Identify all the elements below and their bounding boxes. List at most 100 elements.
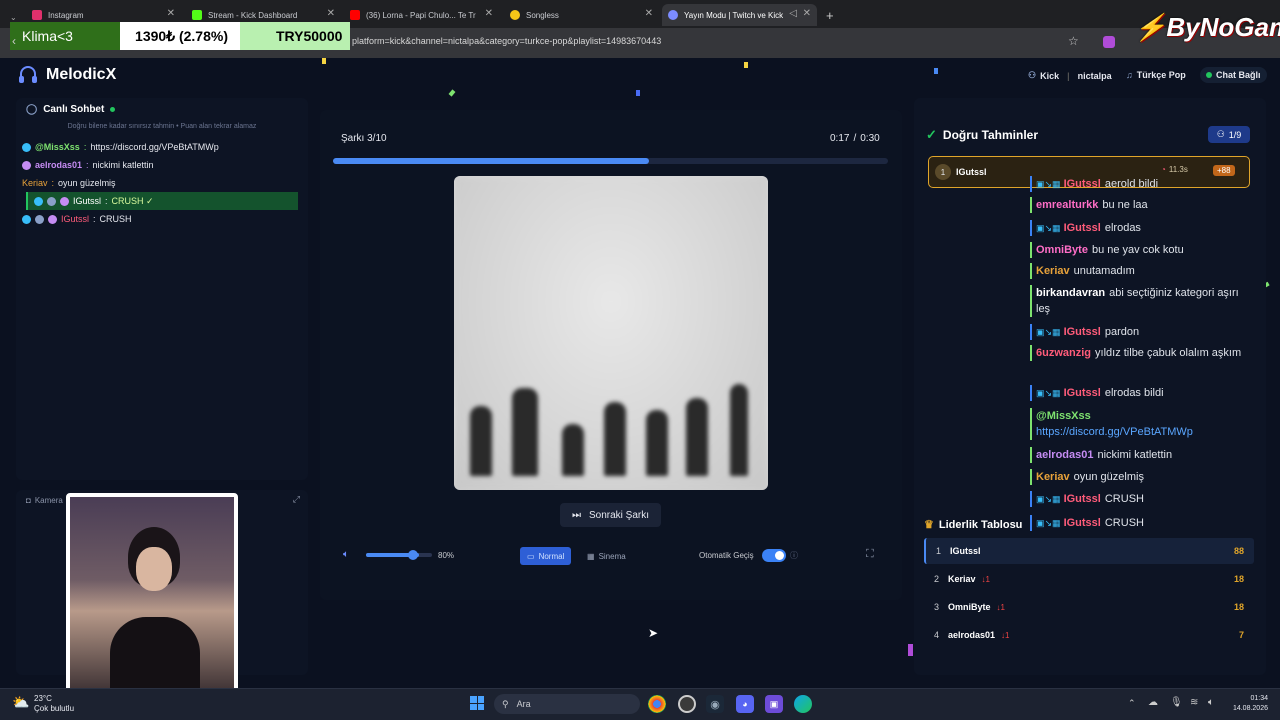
- silhouette: [730, 384, 748, 476]
- chat-bubble-icon: ◯: [26, 104, 38, 115]
- volume-icon[interactable]: 🔈︎: [343, 549, 349, 560]
- tab-title: Stream - Kick Dashboard: [208, 10, 298, 20]
- chat-colon: :: [51, 178, 55, 188]
- obs-icon[interactable]: [678, 695, 696, 713]
- tab-songless[interactable]: Songless ✕: [504, 4, 659, 26]
- lb-change: ↓1: [1001, 630, 1010, 640]
- close-icon[interactable]: ✕: [327, 8, 335, 19]
- stock-ticker-overlay: Klima<3 1390₺ (2.78%) TRY50000: [10, 22, 350, 50]
- confetti: [934, 68, 938, 74]
- taskbar-search[interactable]: ⚲ Ara: [494, 694, 640, 714]
- winner-points: +88: [1213, 165, 1235, 176]
- live-chat-title: Canlı Sohbet: [43, 104, 105, 115]
- side-chat-text: CRUSH: [1104, 517, 1144, 529]
- discord-icon[interactable]: ◕: [736, 695, 754, 713]
- guess-count-badge: ⚇ 1/9: [1208, 126, 1250, 143]
- chat-text: CRUSH: [99, 214, 132, 224]
- new-tab-button[interactable]: +: [820, 4, 834, 26]
- side-chat-text: bu ne laa: [1102, 199, 1148, 211]
- chat-text: https://discord.gg/VPeBtATMWp: [90, 142, 219, 152]
- app-icon[interactable]: ▣: [765, 695, 783, 713]
- back-arrow-icon[interactable]: ‹: [12, 34, 16, 48]
- next-song-button[interactable]: ⏭ Sonraki Şarkı: [560, 503, 661, 527]
- clock-time: 01:34: [1250, 695, 1268, 702]
- close-icon[interactable]: ✕: [645, 8, 653, 19]
- heart-badge-icon: [60, 196, 69, 206]
- song-progress-fill: [333, 158, 650, 164]
- chat-message-correct: IGutssl: CRUSH ✓: [26, 192, 298, 210]
- badge-icon: [35, 214, 44, 224]
- chat-text: CRUSH ✓: [111, 195, 154, 206]
- webcam-feed: [66, 493, 238, 708]
- side-chat-user: Keriav: [1036, 471, 1070, 483]
- url-field[interactable]: platform=kick&channel=nictalpa&category=…: [352, 36, 661, 46]
- mode-cinema-button[interactable]: ▦ Sinema: [580, 547, 633, 565]
- side-chat-text: aerold bildi: [1104, 178, 1159, 190]
- silhouette: [470, 406, 492, 476]
- tab-title: Instagram: [48, 10, 84, 20]
- mute-icon[interactable]: ◁: [789, 8, 797, 19]
- side-chat-user: IGutssl: [1063, 517, 1101, 529]
- leaderboard-row: 1 IGutssl 88: [924, 538, 1254, 564]
- close-icon[interactable]: ✕: [485, 8, 493, 19]
- film-icon: ▦: [587, 551, 595, 561]
- side-chat-user: IGutssl: [1063, 222, 1101, 234]
- lb-user: aelrodas01: [948, 630, 996, 640]
- chat-message: aelrodas01: nickimi katlettin: [16, 156, 308, 174]
- edge-icon[interactable]: [794, 695, 812, 713]
- side-chat-message: ▣↘▦ IGutssl aerold bildi: [1030, 176, 1260, 192]
- lb-user: Keriav: [948, 574, 976, 584]
- tab-yayin-modu[interactable]: Yayın Modu | Twitch ve Kick ◁ ✕: [662, 4, 817, 26]
- side-chat-text: elrodas: [1104, 222, 1141, 234]
- side-chat-user: IGutssl: [1063, 493, 1101, 505]
- tab-youtube[interactable]: (36) Lorna - Papi Chulo... Te Traigo ✕: [344, 4, 499, 26]
- clock[interactable]: 01:34 14.08.2026: [1228, 694, 1268, 714]
- volume-knob[interactable]: [408, 550, 418, 560]
- lb-user: OmniByte: [948, 602, 991, 612]
- steam-icon[interactable]: ◉: [706, 695, 724, 713]
- lb-rank: 4: [934, 630, 940, 640]
- side-chat-text: elrodas bildi: [1104, 387, 1164, 399]
- side-chat-message: 6uzwanzig yıldız tilbe çabuk olalım aşkım: [1030, 345, 1250, 361]
- leaderboard-row: 4 aelrodas01 ↓1 7: [924, 622, 1254, 648]
- speaker-icon[interactable]: 🔈︎: [1208, 697, 1214, 708]
- microphone-icon[interactable]: 🎙︎: [1170, 697, 1183, 708]
- badge-icons: ▣↘▦: [1036, 223, 1061, 233]
- live-chat-header: ◯ Canlı Sohbet: [16, 98, 308, 121]
- kick-icon: [192, 10, 202, 20]
- weather-temp: 23°C: [34, 694, 52, 703]
- lb-change: ↓1: [996, 602, 1005, 612]
- confetti: [636, 90, 640, 96]
- tab-title: Yayın Modu | Twitch ve Kick: [684, 10, 784, 20]
- close-icon[interactable]: ✕: [803, 8, 811, 19]
- badge-icons: ▣↘▦: [1036, 179, 1061, 189]
- bookmark-star-icon[interactable]: ☆: [1068, 34, 1079, 48]
- chat-status-label: Chat Bağlı: [1216, 70, 1261, 80]
- guess-count: 1/9: [1228, 129, 1242, 140]
- network-icon[interactable]: ☁: [1148, 697, 1158, 708]
- chat-user: @MissXss: [35, 142, 80, 152]
- expand-icon[interactable]: ⤢: [293, 494, 300, 505]
- info-icon[interactable]: ⓘ: [790, 550, 798, 561]
- close-icon[interactable]: ✕: [167, 8, 175, 19]
- weather-widget[interactable]: 23°C Çok bulutlu: [34, 694, 74, 714]
- side-chat-user: Keriav: [1036, 265, 1070, 277]
- chat-message: IGutssl: CRUSH: [16, 210, 308, 228]
- side-chat-text: https://discord.gg/VPeBtATMWp: [1036, 426, 1193, 438]
- chrome-icon[interactable]: [648, 695, 666, 713]
- chat-user: IGutssl: [73, 196, 102, 206]
- side-chat-user: IGutssl: [1063, 387, 1101, 399]
- side-chat-message: ▣↘▦ IGutssl CRUSH: [1030, 491, 1260, 507]
- windows-start-icon[interactable]: [470, 696, 484, 710]
- volume-slider[interactable]: [366, 553, 432, 557]
- weather-icon[interactable]: ⛅: [12, 694, 29, 711]
- extension-icon[interactable]: [1103, 36, 1115, 48]
- mode-normal-button[interactable]: ▭ Normal: [520, 547, 572, 565]
- fullscreen-icon[interactable]: ⛶: [866, 548, 874, 561]
- confetti: [322, 58, 326, 64]
- category-label: Türkçe Pop: [1136, 70, 1186, 80]
- silhouette: [512, 388, 538, 476]
- wifi-icon[interactable]: ≋: [1190, 697, 1198, 708]
- tray-chevron-icon[interactable]: ⌃: [1128, 698, 1136, 709]
- auto-advance-toggle[interactable]: [762, 549, 786, 562]
